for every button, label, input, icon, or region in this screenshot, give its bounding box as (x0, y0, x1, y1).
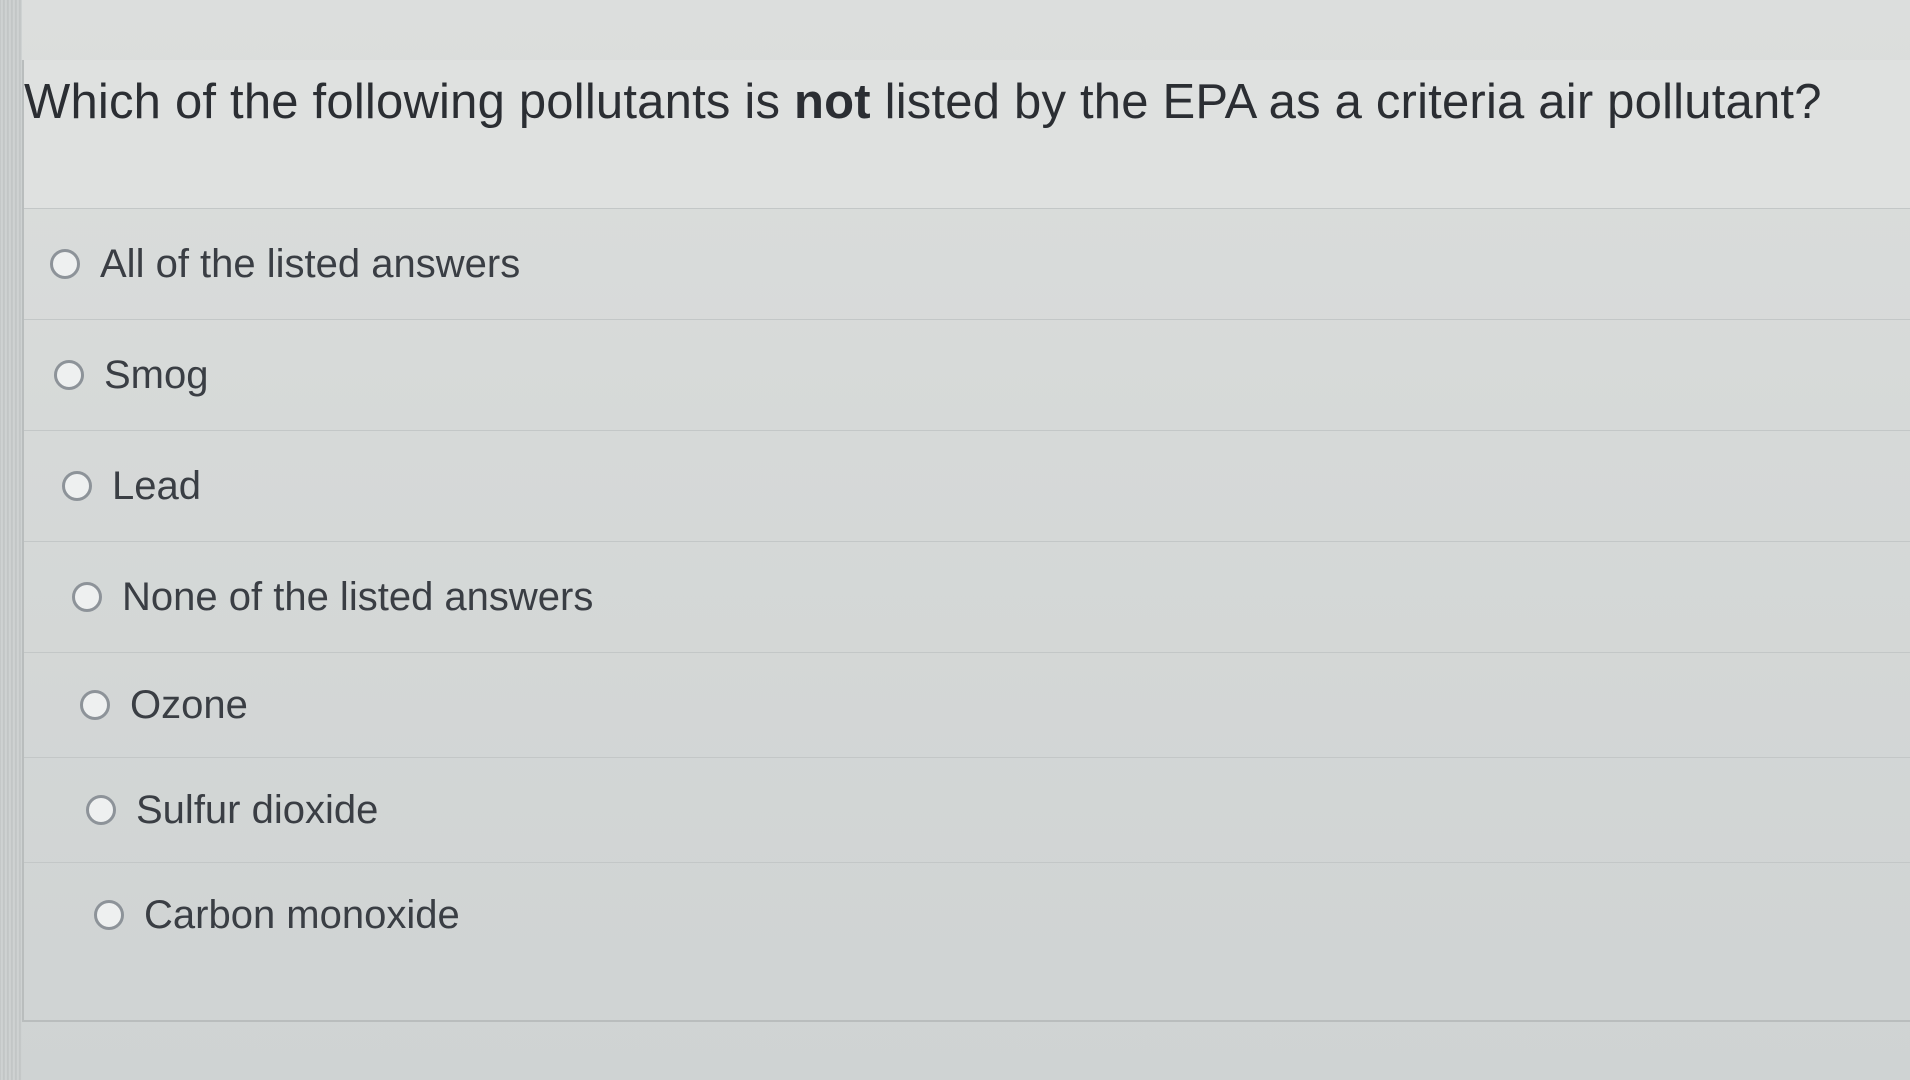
radio-button[interactable] (72, 582, 102, 612)
question-suffix: listed by the EPA as a criteria air poll… (870, 75, 1822, 129)
question-prefix: Which of the following pollutants is (24, 75, 795, 129)
answer-label: Carbon monoxide (144, 892, 460, 937)
answer-label: Lead (112, 463, 201, 508)
radio-button[interactable] (86, 795, 116, 825)
answer-option[interactable]: Smog (24, 319, 1910, 430)
question-emphasis: not (794, 75, 871, 129)
answer-label: None of the listed answers (122, 574, 594, 619)
page-edge (0, 0, 22, 1080)
answer-label: Sulfur dioxide (136, 787, 379, 832)
question-header: Which of the following pollutants is not… (24, 60, 1910, 208)
quiz-screen: Which of the following pollutants is not… (0, 0, 1910, 1080)
answer-option[interactable]: All of the listed answers (24, 208, 1910, 319)
radio-button[interactable] (50, 249, 80, 279)
answer-option[interactable]: None of the listed answers (24, 541, 1910, 652)
radio-button[interactable] (80, 690, 110, 720)
answer-option[interactable]: Sulfur dioxide (24, 757, 1910, 862)
answer-option[interactable]: Ozone (24, 652, 1910, 757)
answer-label: Smog (104, 352, 209, 397)
question-card: Which of the following pollutants is not… (22, 60, 1910, 1022)
question-text: Which of the following pollutants is not… (24, 74, 1822, 130)
answer-label: Ozone (130, 682, 248, 727)
answer-options: All of the listed answers Smog Lead None… (24, 208, 1910, 967)
radio-button[interactable] (54, 360, 84, 390)
answer-option[interactable]: Carbon monoxide (24, 862, 1910, 967)
answer-option[interactable]: Lead (24, 430, 1910, 541)
radio-button[interactable] (62, 471, 92, 501)
radio-button[interactable] (94, 900, 124, 930)
answer-label: All of the listed answers (100, 241, 521, 286)
